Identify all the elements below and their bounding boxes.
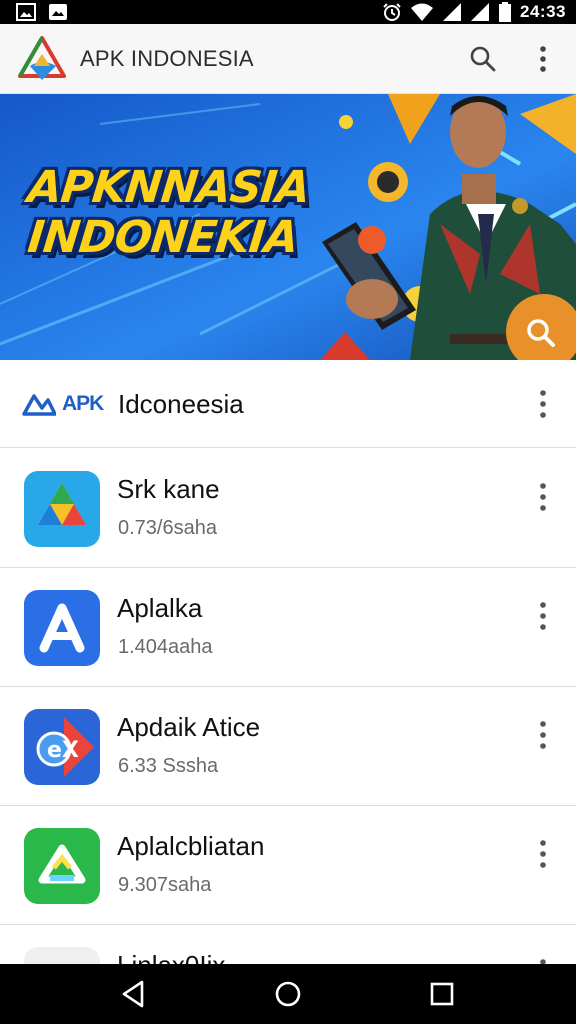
more-vert-icon[interactable] [530,479,556,515]
more-vert-icon[interactable] [530,386,556,422]
apk-indonesia-logo-icon [18,36,66,80]
app-name: Aplalka [117,593,203,623]
developer-name: Idconeesia [118,389,244,419]
app-name: Linlax0Iix [117,950,226,965]
search-icon[interactable] [468,44,498,74]
banner-search-button[interactable] [506,294,576,360]
gallery-icon [16,3,36,21]
list-item[interactable]: Linlax0Iix [0,925,576,965]
alarm-icon [383,3,401,21]
more-vert-icon[interactable] [530,598,556,634]
list-item[interactable]: eX Apdaik Atice 6.33 Sssha [0,687,576,806]
signal-icon-2 [471,3,490,21]
apk-logo-text: APK [62,392,104,415]
list-item[interactable]: Aplalka 1.404aaha [0,568,576,687]
app-title: APK INDONESIA [80,46,254,71]
search-icon [527,319,555,347]
signal-icon [443,3,462,21]
back-icon[interactable] [118,978,150,1010]
wifi-icon [411,3,434,21]
ex-icon: eX [24,709,100,785]
app-store-a-icon [24,590,100,666]
app-size: 0.73/6saha [118,517,217,539]
more-vert-icon[interactable] [530,44,556,74]
clock: 24:33 [520,2,566,21]
app-size: 9.307saha [118,874,212,896]
app-name: Aplalcbliatan [117,831,265,861]
list-item[interactable]: Srk kane 0.73/6saha [0,449,576,568]
promo-banner[interactable]: APKNNASIA INDONEKIA [0,94,576,360]
banner-title-line1: APKNNASIA [25,162,312,213]
apk-logo-icon [22,394,56,416]
partial-app-icon [24,947,100,965]
developer-row[interactable]: APK Idconeesia [0,360,576,448]
more-vert-icon[interactable] [530,836,556,872]
more-vert-icon[interactable] [530,717,556,753]
home-icon[interactable] [272,978,304,1010]
status-bar: 24:33 [0,0,576,24]
recents-icon[interactable] [426,978,458,1010]
list-item[interactable]: Aplalcbliatan 9.307saha [0,806,576,925]
app-bar: APK INDONESIA [0,24,576,94]
green-arrow-icon [24,828,100,904]
app-size: 6.33 Sssha [118,755,219,777]
svg-text:eX: eX [47,738,79,763]
navigation-bar [0,964,576,1024]
battery-icon [499,2,512,22]
drive-style-icon [24,471,100,547]
app-name: Srk kane [117,474,220,504]
app-name: Apdaik Atice [117,712,261,742]
banner-title-line2: INDONEKIA [25,212,301,263]
app-size: 1.404aaha [118,636,213,658]
photo-notification-icon [49,4,67,20]
